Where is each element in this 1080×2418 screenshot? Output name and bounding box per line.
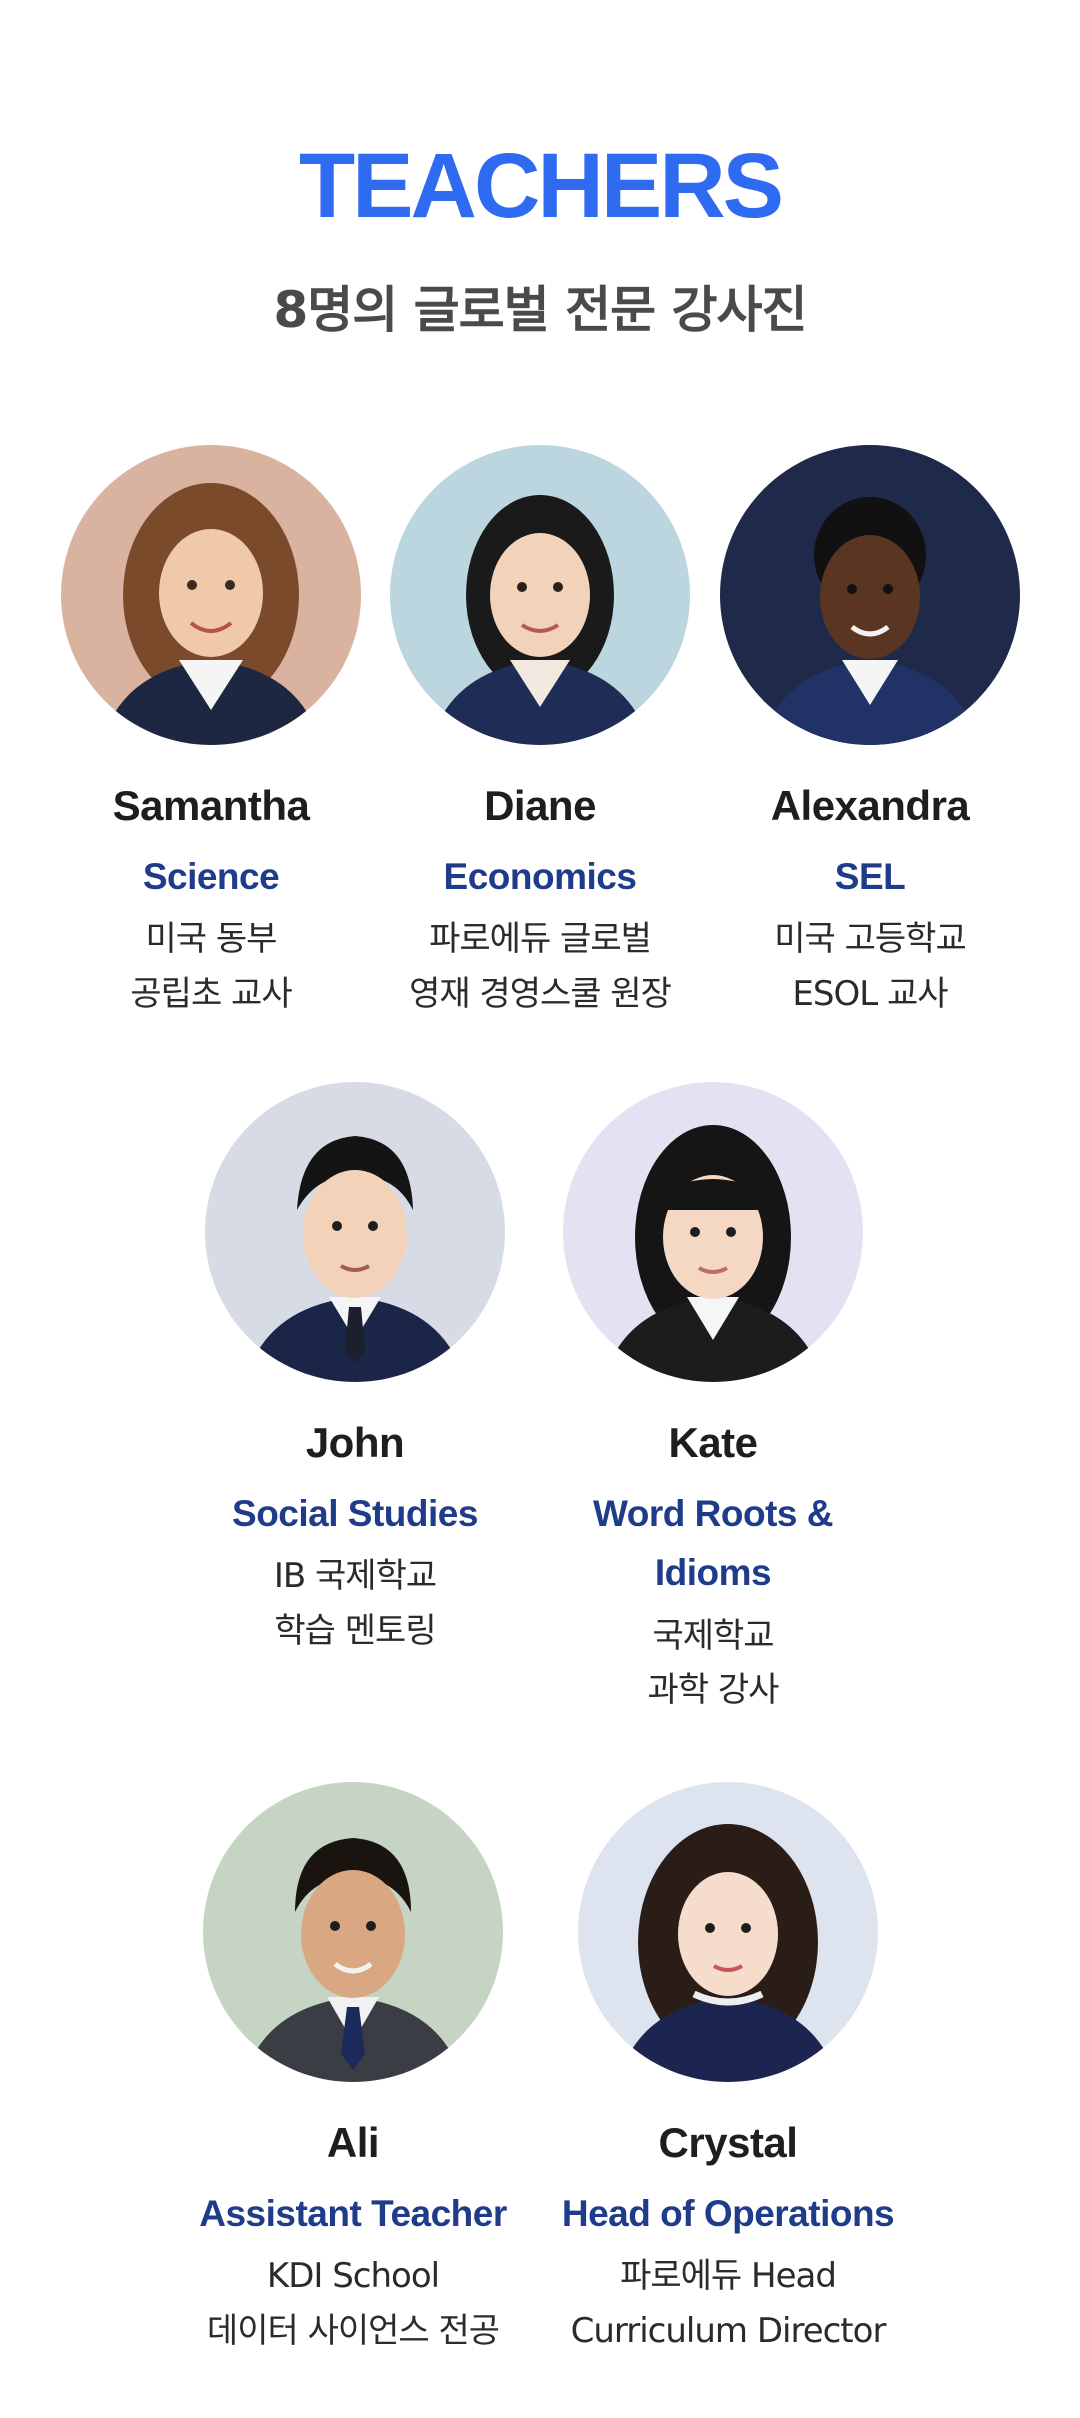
description-line: 파로에듀 Head bbox=[620, 2256, 837, 2297]
teacher-name: Crystal bbox=[658, 2119, 798, 2166]
teacher-photo bbox=[720, 445, 1020, 745]
description-line: 데이터 사이언스 전공 bbox=[206, 2310, 500, 2351]
teacher-subject: Economics bbox=[443, 856, 637, 898]
description-line: IB 국제학교 bbox=[273, 1556, 437, 1597]
teacher-name: Kate bbox=[668, 1419, 758, 1466]
teacher-subject: Assistant Teacher bbox=[199, 2193, 507, 2235]
description-line: Curriculum Director bbox=[570, 2310, 887, 2351]
teacher-card-crystal: Crystal Head of Operations 파로에듀 Head Cur… bbox=[543, 1782, 913, 2358]
teacher-description: 파로에듀 Head Curriculum Director bbox=[543, 2249, 913, 2358]
teacher-subject: Social Studies bbox=[232, 1493, 478, 1535]
teacher-photo bbox=[578, 1782, 878, 2082]
teacher-subject: SEL bbox=[834, 856, 906, 898]
teacher-name: Samantha bbox=[112, 782, 310, 829]
teachers-header: TEACHERS 8명의 글로벌 전문 강사진 bbox=[0, 140, 1080, 342]
teacher-description: IB 국제학교 학습 멘토링 bbox=[170, 1549, 540, 1658]
teacher-photo bbox=[390, 445, 690, 745]
teacher-description: 파로에듀 글로벌 영재 경영스쿨 원장 bbox=[355, 912, 725, 1021]
teacher-name: Ali bbox=[326, 2119, 380, 2166]
page-title: TEACHERS bbox=[298, 135, 784, 237]
teacher-photo bbox=[61, 445, 361, 745]
teacher-description: KDI School 데이터 사이언스 전공 bbox=[168, 2249, 538, 2358]
description-line: 학습 멘토링 bbox=[274, 1610, 436, 1651]
teacher-description: 국제학교 과학 강사 bbox=[528, 1609, 898, 1718]
teacher-card-samantha: Samantha Science 미국 동부 공립초 교사 bbox=[26, 445, 396, 1021]
teacher-subject: Science bbox=[142, 856, 280, 898]
teacher-description: 미국 동부 공립초 교사 bbox=[26, 912, 396, 1021]
teacher-card-alexandra: Alexandra SEL 미국 고등학교 ESOL 교사 bbox=[685, 445, 1055, 1021]
teacher-card-john: John Social Studies IB 국제학교 학습 멘토링 bbox=[170, 1082, 540, 1658]
teacher-photo bbox=[203, 1782, 503, 2082]
description-line: KDI School bbox=[266, 2256, 440, 2297]
description-line: 영재 경영스쿨 원장 bbox=[409, 973, 672, 1014]
teacher-card-kate: Kate Word Roots & Idioms 국제학교 과학 강사 bbox=[528, 1082, 898, 1717]
teacher-name: Alexandra bbox=[770, 782, 970, 829]
teacher-name: Diane bbox=[484, 782, 596, 829]
description-line: 미국 동부 bbox=[145, 919, 278, 960]
description-line: 공립초 교사 bbox=[130, 973, 292, 1014]
description-line: 국제학교 bbox=[652, 1615, 774, 1656]
teacher-card-ali: Ali Assistant Teacher KDI School 데이터 사이언… bbox=[168, 1782, 538, 2358]
teacher-subject: Head of Operations bbox=[561, 2193, 895, 2235]
description-line: ESOL 교사 bbox=[792, 973, 948, 1014]
teacher-card-diane: Diane Economics 파로에듀 글로벌 영재 경영스쿨 원장 bbox=[355, 445, 725, 1021]
page-subtitle: 8명의 글로벌 전문 강사진 bbox=[273, 281, 807, 339]
description-line: 과학 강사 bbox=[647, 1669, 780, 1710]
subject-line: Idioms bbox=[654, 1552, 772, 1594]
subject-line: Word Roots & bbox=[593, 1493, 833, 1535]
teacher-description: 미국 고등학교 ESOL 교사 bbox=[685, 912, 1055, 1021]
teacher-photo bbox=[205, 1082, 505, 1382]
description-line: 미국 고등학교 bbox=[774, 919, 967, 960]
teacher-subject: Word Roots & Idioms bbox=[528, 1484, 898, 1602]
teacher-name: John bbox=[305, 1419, 405, 1466]
teacher-photo bbox=[563, 1082, 863, 1382]
description-line: 파로에듀 글로벌 bbox=[429, 919, 652, 960]
